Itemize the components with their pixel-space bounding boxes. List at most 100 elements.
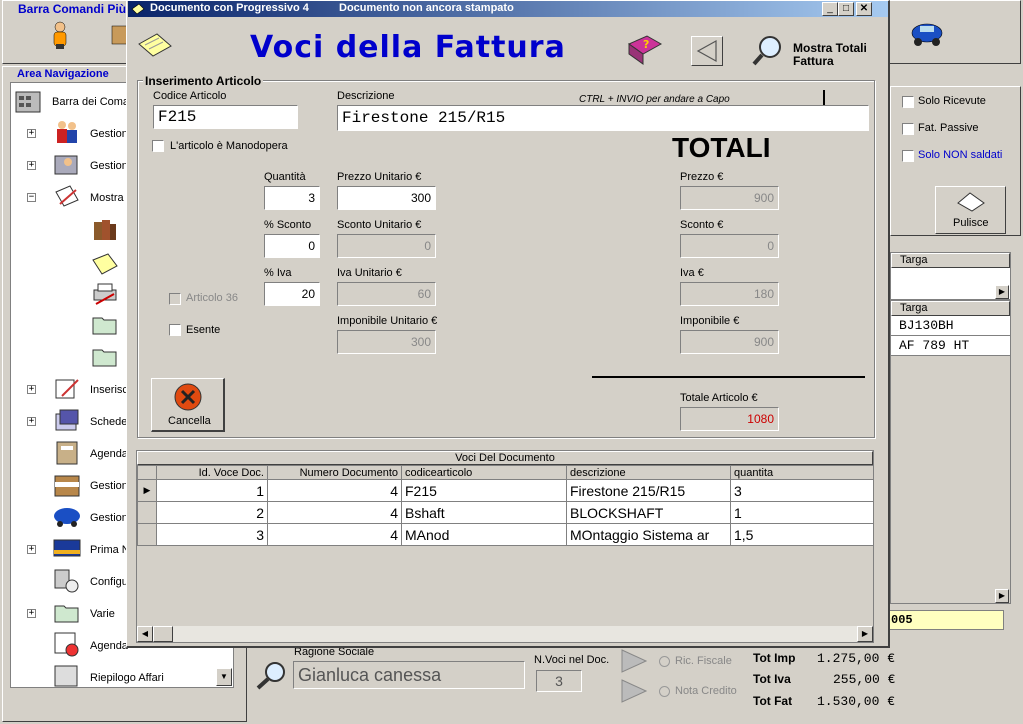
- nvoci-label: N.Voci nel Doc.: [534, 654, 610, 666]
- scroll-right-arrow[interactable]: ▶: [995, 589, 1009, 603]
- notepad-icon[interactable]: [137, 30, 173, 60]
- notepad-icon[interactable]: [90, 250, 120, 278]
- cell-id[interactable]: 2: [156, 501, 268, 524]
- column-header[interactable]: Id. Voce Doc.: [156, 465, 268, 480]
- imponibile-unitario-label: Imponibile Unitario €: [337, 315, 438, 327]
- tree-item-label[interactable]: Configu: [90, 576, 128, 588]
- solo-non-saldati-checkbox[interactable]: [902, 150, 914, 162]
- tree-scrollbar[interactable]: ▼: [216, 668, 232, 686]
- horizontal-scrollbar[interactable]: ◀ ▶: [137, 626, 873, 642]
- close-button[interactable]: ✕: [856, 2, 872, 16]
- export-box-icon: [52, 470, 82, 498]
- table-row[interactable]: 3 4 MAnod MOntaggio Sistema ar 1,5: [137, 523, 874, 546]
- cell-numero[interactable]: 4: [267, 479, 402, 502]
- cell-descrizione[interactable]: Firestone 215/R15: [566, 479, 731, 502]
- scroll-right-arrow[interactable]: ▶: [857, 626, 873, 642]
- fat-passive-label: Fat. Passive: [918, 122, 979, 134]
- cancella-button[interactable]: Cancella: [151, 378, 225, 432]
- table-row[interactable]: 2 4 Bshaft BLOCKSHAFT 1: [137, 501, 874, 524]
- targa-row[interactable]: AF 789 HT: [891, 336, 1010, 356]
- cell-codice[interactable]: MAnod: [401, 523, 567, 546]
- targa-row[interactable]: BJ130BH: [891, 316, 1010, 336]
- column-header[interactable]: Numero Documento: [267, 465, 402, 480]
- imponibile-unitario-field: 300: [337, 330, 436, 354]
- voci-grid-title-text: Voci Del Documento: [455, 452, 555, 464]
- quantita-input[interactable]: 3: [264, 186, 320, 210]
- printer-icon[interactable]: [90, 280, 120, 308]
- books-icon[interactable]: [90, 216, 120, 244]
- cell-codice[interactable]: F215: [401, 479, 567, 502]
- totali-heading: TOTALI: [672, 132, 771, 163]
- expand-icon[interactable]: +: [27, 609, 36, 618]
- scroll-right-arrow[interactable]: ▶: [995, 285, 1009, 299]
- prezzo-unitario-label: Prezzo Unitario €: [337, 171, 422, 183]
- tree-item-label[interactable]: Agenda: [90, 448, 128, 460]
- tree-item-label[interactable]: Schede: [90, 416, 127, 428]
- back-button[interactable]: [691, 36, 723, 66]
- cell-id[interactable]: 1: [156, 479, 268, 502]
- column-header[interactable]: descrizione: [566, 465, 731, 480]
- solo-ricevute-checkbox[interactable]: [902, 96, 914, 108]
- folder-people-icon: [52, 150, 82, 178]
- expand-icon[interactable]: +: [27, 417, 36, 426]
- prezzo-tot-label: Prezzo €: [680, 171, 724, 183]
- cell-descrizione[interactable]: BLOCKSHAFT: [566, 501, 731, 524]
- insert-pen-icon: [52, 374, 82, 402]
- column-header[interactable]: quantita: [730, 465, 874, 480]
- tree-item-label[interactable]: Inserisci: [90, 384, 130, 396]
- tree-item-label[interactable]: Riepilogo Affari: [90, 672, 164, 684]
- manodopera-label: L'articolo è Manodopera: [170, 140, 288, 152]
- esente-checkbox[interactable]: [169, 324, 181, 336]
- tree-item-label[interactable]: Varie: [90, 608, 115, 620]
- pulisce-button[interactable]: Pulisce: [935, 186, 1006, 234]
- manodopera-checkbox[interactable]: [152, 140, 164, 152]
- sconto-input[interactable]: 0: [264, 234, 320, 258]
- table-row[interactable]: ▶ 1 4 F215 Firestone 215/R15 3: [137, 479, 874, 502]
- row-selector[interactable]: [137, 523, 157, 546]
- scroll-thumb[interactable]: [153, 626, 173, 642]
- cell-quantita[interactable]: 3: [730, 479, 874, 502]
- expand-icon[interactable]: +: [27, 385, 36, 394]
- articolo36-checkbox[interactable]: [169, 293, 181, 305]
- expand-icon[interactable]: +: [27, 161, 36, 170]
- magnifier-icon[interactable]: [752, 34, 786, 66]
- tree-item-label[interactable]: Prima N: [90, 544, 130, 556]
- cell-codice[interactable]: Bshaft: [401, 501, 567, 524]
- codice-input[interactable]: F215: [153, 105, 298, 129]
- open-folder-icon[interactable]: [90, 342, 120, 370]
- tot-iva-value: 255,00 €: [833, 672, 896, 687]
- cell-quantita[interactable]: 1: [730, 501, 874, 524]
- column-header[interactable]: codicearticolo: [401, 465, 567, 480]
- open-folder-icon[interactable]: [90, 310, 120, 338]
- maximize-button[interactable]: □: [838, 2, 854, 16]
- fat-passive-checkbox[interactable]: [902, 123, 914, 135]
- cell-numero[interactable]: 4: [267, 523, 402, 546]
- mostra-totali-label[interactable]: Mostra Totali Fattura: [793, 42, 873, 68]
- magnifier-icon[interactable]: [255, 660, 285, 690]
- expand-icon[interactable]: +: [27, 129, 36, 138]
- command-bar-title: Barra Comandi Più: [18, 2, 127, 16]
- expand-icon[interactable]: +: [27, 545, 36, 554]
- prezzo-unitario-input[interactable]: 300: [337, 186, 436, 210]
- ragione-sociale-field[interactable]: Gianluca canessa: [293, 661, 525, 689]
- car-icon[interactable]: [910, 18, 943, 46]
- tree-item-label[interactable]: Mostra: [90, 192, 124, 204]
- nota-credito-radio[interactable]: [659, 686, 670, 697]
- tot-iva-label: Tot Iva: [753, 672, 791, 686]
- minimize-button[interactable]: _: [822, 2, 838, 16]
- ric-fiscale-radio[interactable]: [659, 656, 670, 667]
- arrow-right-icon[interactable]: [620, 678, 650, 706]
- cell-descrizione[interactable]: MOntaggio Sistema ar: [566, 523, 731, 546]
- row-selector[interactable]: [137, 501, 157, 524]
- iva-input[interactable]: 20: [264, 282, 320, 306]
- scroll-left-arrow[interactable]: ◀: [137, 626, 153, 642]
- cell-numero[interactable]: 4: [267, 501, 402, 524]
- cell-quantita[interactable]: 1,5: [730, 523, 874, 546]
- descrizione-input[interactable]: Firestone 215/R15: [337, 105, 869, 131]
- tree-item-label[interactable]: Agenda: [90, 640, 128, 652]
- arrow-right-icon[interactable]: [620, 648, 650, 676]
- user-icon[interactable]: [46, 20, 76, 49]
- collapse-icon[interactable]: −: [27, 193, 36, 202]
- cell-id[interactable]: 3: [156, 523, 268, 546]
- help-book-icon[interactable]: ?: [627, 34, 663, 66]
